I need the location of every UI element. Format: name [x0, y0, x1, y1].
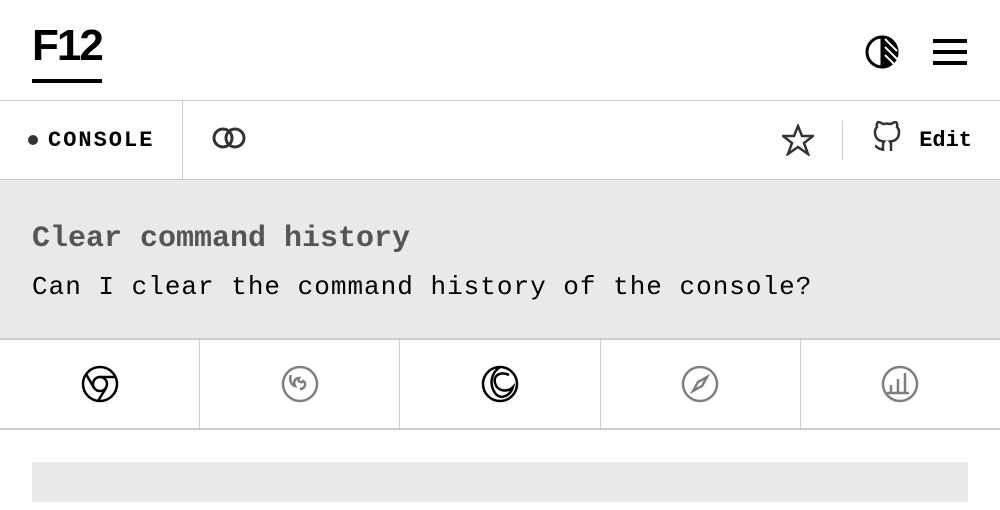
header-actions: [864, 34, 968, 70]
page-subtitle: Can I clear the command history of the c…: [32, 272, 968, 302]
edit-label: Edit: [919, 128, 972, 153]
link-icon[interactable]: [211, 124, 247, 157]
theme-toggle-icon[interactable]: [864, 34, 900, 70]
console-indicator-dot: [28, 135, 38, 145]
browser-tab-edge[interactable]: [400, 340, 600, 428]
content-area-start: [32, 462, 968, 502]
hamburger-menu-icon[interactable]: [932, 34, 968, 70]
browser-tab-polypane[interactable]: [801, 340, 1000, 428]
header: F12: [0, 0, 1000, 100]
console-label: CONSOLE: [48, 128, 154, 153]
toolbar-right: Edit: [754, 101, 1000, 179]
toolbar-middle: [183, 101, 754, 179]
edit-button[interactable]: Edit: [842, 121, 1000, 160]
console-button[interactable]: CONSOLE: [0, 101, 183, 179]
github-icon: [871, 121, 903, 160]
browser-tabs: [0, 338, 1000, 430]
browser-tab-safari[interactable]: [601, 340, 801, 428]
favorite-button[interactable]: [754, 124, 842, 156]
logo[interactable]: F12: [32, 21, 102, 83]
browser-tab-chrome[interactable]: [0, 340, 200, 428]
browser-tab-firefox[interactable]: [200, 340, 400, 428]
toolbar: CONSOLE Edit: [0, 100, 1000, 180]
content-header: Clear command history Can I clear the co…: [0, 180, 1000, 338]
page-title: Clear command history: [32, 222, 968, 256]
